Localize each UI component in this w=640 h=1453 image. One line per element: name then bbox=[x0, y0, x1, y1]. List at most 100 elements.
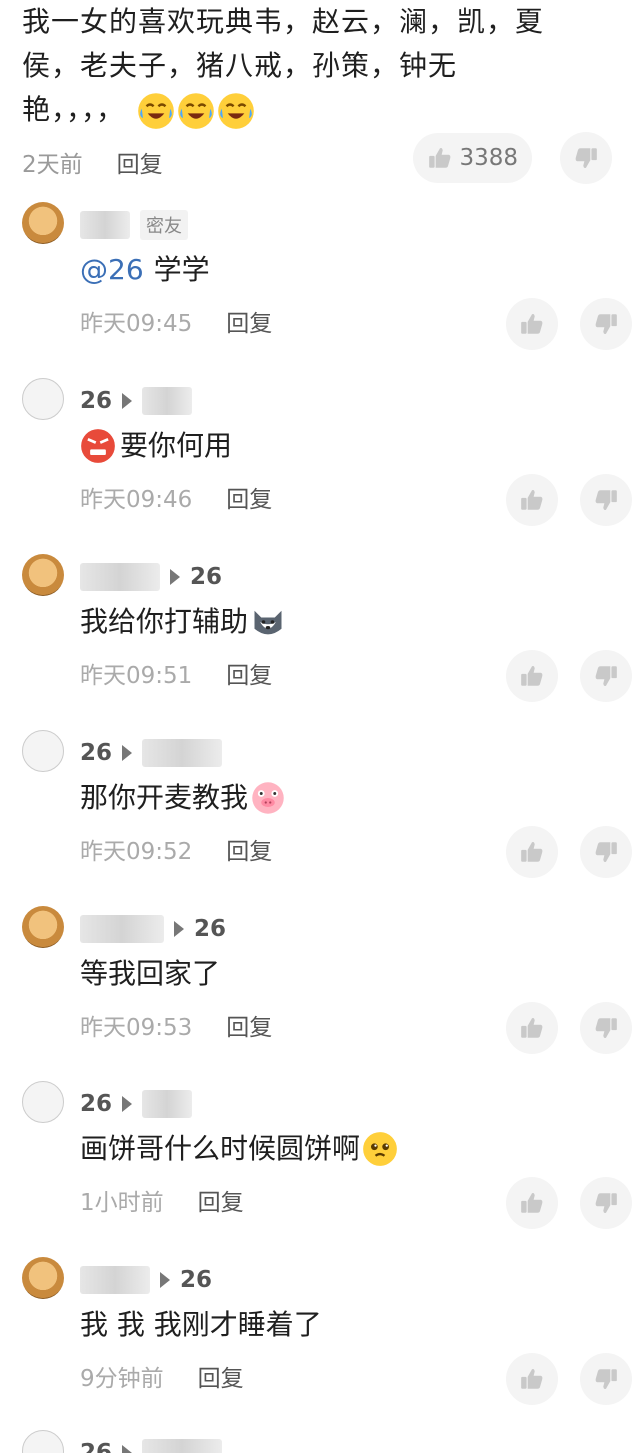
dislike-button[interactable] bbox=[580, 1353, 632, 1405]
friend-tag: 密友 bbox=[140, 210, 188, 240]
like-button[interactable] bbox=[506, 1002, 558, 1054]
thumbs-up-icon bbox=[519, 839, 545, 865]
pleading-emoji-icon bbox=[362, 1131, 398, 1167]
reply-button[interactable]: 回复 bbox=[226, 1008, 272, 1042]
mention-link[interactable]: @26 bbox=[80, 250, 144, 290]
husky-emoji-icon bbox=[250, 604, 286, 640]
pig-emoji-icon bbox=[250, 780, 286, 816]
like-button[interactable] bbox=[506, 474, 558, 526]
target-name[interactable]: 26 bbox=[190, 564, 222, 590]
author-name[interactable]: 26 bbox=[80, 388, 112, 414]
reply-button[interactable]: 回复 bbox=[198, 1183, 244, 1217]
reply-text: 那你开麦教我 bbox=[80, 781, 249, 814]
reply-arrow-icon bbox=[122, 393, 133, 409]
like-button[interactable] bbox=[506, 1177, 558, 1229]
reply-button[interactable]: 回复 bbox=[117, 145, 163, 179]
reply-content: 要你何用 bbox=[80, 426, 232, 466]
reply-text: 等我回家了 bbox=[80, 957, 221, 990]
top-comment-line-2: 侯，老夫子，猪八戒，孙策，钟无 bbox=[22, 49, 458, 82]
reply-content: 等我回家了 bbox=[80, 954, 220, 994]
reply-time: 昨天09:51 bbox=[80, 663, 193, 689]
avatar[interactable] bbox=[22, 906, 64, 948]
reply-text: 我给你打辅助 bbox=[80, 605, 249, 638]
username-redacted[interactable] bbox=[142, 1090, 193, 1118]
author-name[interactable]: 26 bbox=[80, 1440, 112, 1453]
reply-item: 26 那你开麦教我 昨天09:52 回复 bbox=[0, 730, 640, 906]
username-redacted[interactable] bbox=[80, 563, 160, 591]
username-redacted[interactable] bbox=[80, 1266, 150, 1294]
reply-button[interactable]: 回复 bbox=[226, 832, 272, 866]
thumbs-down-icon bbox=[593, 1190, 619, 1216]
dislike-button[interactable] bbox=[580, 1177, 632, 1229]
dislike-button[interactable] bbox=[580, 474, 632, 526]
reply-arrow-icon bbox=[160, 1272, 170, 1288]
reply-time: 9分钟前 bbox=[80, 1366, 164, 1392]
username-redacted[interactable] bbox=[142, 1439, 223, 1453]
reply-button[interactable]: 回复 bbox=[226, 480, 272, 514]
like-button[interactable] bbox=[506, 298, 558, 350]
reply-text: 要你何用 bbox=[120, 429, 233, 462]
thumbs-down-icon bbox=[573, 145, 599, 171]
thumbs-down-icon bbox=[593, 839, 619, 865]
reply-header: 26 bbox=[80, 1263, 212, 1297]
reply-header: 26 bbox=[80, 1087, 193, 1121]
reply-meta: 昨天09:45 回复 bbox=[80, 304, 272, 338]
reply-arrow-icon bbox=[122, 745, 133, 761]
reply-arrow-icon bbox=[170, 569, 180, 585]
target-name[interactable]: 26 bbox=[194, 916, 226, 942]
reply-item: 26 bbox=[0, 1430, 640, 1453]
avatar[interactable] bbox=[22, 730, 64, 772]
reply-header: 密友 bbox=[80, 208, 188, 242]
like-button[interactable] bbox=[506, 826, 558, 878]
reply-arrow-icon bbox=[174, 921, 184, 937]
reply-time: 昨天09:53 bbox=[80, 1015, 193, 1041]
reply-item: 26 我 我 我刚才睡着了 9分钟前 回复 bbox=[0, 1257, 640, 1433]
reply-time: 昨天09:52 bbox=[80, 839, 193, 865]
reply-item: 密友 @26 学学 昨天09:45 回复 bbox=[0, 202, 640, 378]
reply-arrow-icon bbox=[122, 1445, 133, 1453]
username-redacted[interactable] bbox=[142, 387, 193, 415]
like-button[interactable] bbox=[506, 1353, 558, 1405]
angry-emoji-icon bbox=[80, 428, 116, 464]
reply-button[interactable]: 回复 bbox=[226, 656, 272, 690]
reply-item: 26 画饼哥什么时候圆饼啊 1小时前 回复 bbox=[0, 1081, 640, 1257]
thumbs-up-icon bbox=[519, 311, 545, 337]
reply-item: 26 要你何用 昨天09:46 回复 bbox=[0, 378, 640, 554]
username-redacted[interactable] bbox=[80, 915, 164, 943]
username-redacted[interactable] bbox=[142, 739, 223, 767]
reply-meta: 昨天09:53 回复 bbox=[80, 1008, 272, 1042]
reply-content: @26 学学 bbox=[80, 250, 210, 290]
username-redacted[interactable] bbox=[80, 211, 130, 239]
avatar[interactable] bbox=[22, 1081, 64, 1123]
avatar[interactable] bbox=[22, 554, 64, 596]
top-comment: 我一女的喜欢玩典韦，赵云，澜，凯，夏 侯，老夫子，猪八戒，孙策，钟无 艳，，，， bbox=[22, 0, 622, 132]
author-name[interactable]: 26 bbox=[80, 740, 112, 766]
avatar[interactable] bbox=[22, 378, 64, 420]
dislike-button[interactable] bbox=[580, 826, 632, 878]
comment-time: 2天前 bbox=[22, 152, 83, 178]
thumbs-up-icon bbox=[519, 663, 545, 689]
reply-content: 我给你打辅助 bbox=[80, 602, 286, 642]
target-name[interactable]: 26 bbox=[180, 1267, 212, 1293]
author-name[interactable]: 26 bbox=[80, 1091, 112, 1117]
avatar[interactable] bbox=[22, 202, 64, 244]
reply-meta: 9分钟前 回复 bbox=[80, 1359, 244, 1393]
like-button[interactable]: 3388 bbox=[413, 133, 532, 183]
avatar[interactable] bbox=[22, 1430, 64, 1453]
top-comment-meta: 2天前 回复 bbox=[22, 145, 163, 179]
reply-button[interactable]: 回复 bbox=[226, 304, 272, 338]
thumbs-up-icon bbox=[519, 487, 545, 513]
like-button[interactable] bbox=[506, 650, 558, 702]
thumbs-up-icon bbox=[519, 1366, 545, 1392]
dislike-button[interactable] bbox=[560, 132, 612, 184]
reply-text: 学学 bbox=[153, 253, 210, 286]
dislike-button[interactable] bbox=[580, 1002, 632, 1054]
reply-content: 那你开麦教我 bbox=[80, 778, 286, 818]
thumbs-up-icon bbox=[519, 1015, 545, 1041]
reply-time: 1小时前 bbox=[80, 1190, 164, 1216]
avatar[interactable] bbox=[22, 1257, 64, 1299]
dislike-button[interactable] bbox=[580, 298, 632, 350]
reply-button[interactable]: 回复 bbox=[198, 1359, 244, 1393]
reply-text: 画饼哥什么时候圆饼啊 bbox=[80, 1132, 361, 1165]
dislike-button[interactable] bbox=[580, 650, 632, 702]
